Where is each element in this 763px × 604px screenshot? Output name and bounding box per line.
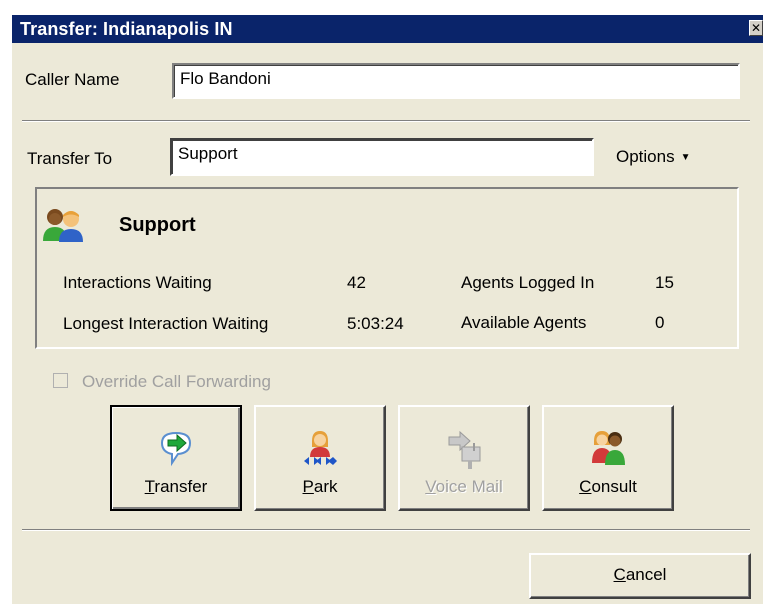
transfer-to-field[interactable]: Support [170, 138, 594, 176]
close-icon[interactable]: ✕ [749, 20, 763, 36]
options-dropdown[interactable]: Options ▼ [616, 147, 691, 167]
transfer-button[interactable]: Transfer [110, 405, 242, 511]
queue-name: Support [119, 214, 196, 236]
caller-name-field[interactable]: Flo Bandoni [172, 63, 740, 99]
longest-waiting-label: Longest Interaction Waiting [63, 314, 269, 333]
available-agents-label: Available Agents [461, 313, 587, 332]
interactions-waiting-label: Interactions Waiting [63, 273, 212, 292]
park-button[interactable]: Park [254, 405, 386, 511]
interactions-waiting-value: 42 [347, 273, 366, 292]
window-title: Transfer: Indianapolis IN [20, 19, 233, 39]
park-label: Park [302, 477, 338, 496]
dropdown-caret-icon: ▼ [680, 152, 691, 163]
voice-mail-button[interactable]: Voice Mail [398, 405, 530, 511]
options-label: Options [616, 147, 675, 166]
transfer-icon [160, 431, 192, 467]
agents-logged-in-value: 15 [655, 273, 674, 292]
consult-icon [592, 431, 625, 465]
queue-status-panel: Support Interactions Waiting 42 Longest … [35, 187, 739, 349]
override-call-forwarding[interactable]: Override Call Forwarding [53, 372, 271, 392]
agents-logged-in-label: Agents Logged In [461, 273, 595, 292]
cancel-button[interactable]: Cancel [529, 553, 751, 599]
title-bar[interactable]: Transfer: Indianapolis IN ✕ [12, 15, 763, 43]
caller-name-label: Caller Name [25, 70, 120, 89]
transfer-label: Transfer [144, 477, 208, 496]
consult-label: Consult [579, 477, 637, 496]
agents-group-icon [43, 209, 83, 242]
voice-mail-label: Voice Mail [425, 477, 503, 496]
separator-bottom [22, 529, 750, 531]
available-agents-value: 0 [655, 313, 665, 332]
transfer-to-label: Transfer To [27, 149, 113, 168]
separator [22, 120, 750, 122]
override-label: Override Call Forwarding [82, 372, 271, 391]
consult-button[interactable]: Consult [542, 405, 674, 511]
park-icon [304, 431, 337, 465]
voice-mail-icon [448, 430, 481, 469]
transfer-dialog: Transfer: Indianapolis IN ✕ Caller Name … [12, 15, 763, 604]
override-checkbox[interactable] [53, 373, 68, 388]
longest-waiting-value: 5:03:24 [347, 314, 404, 333]
